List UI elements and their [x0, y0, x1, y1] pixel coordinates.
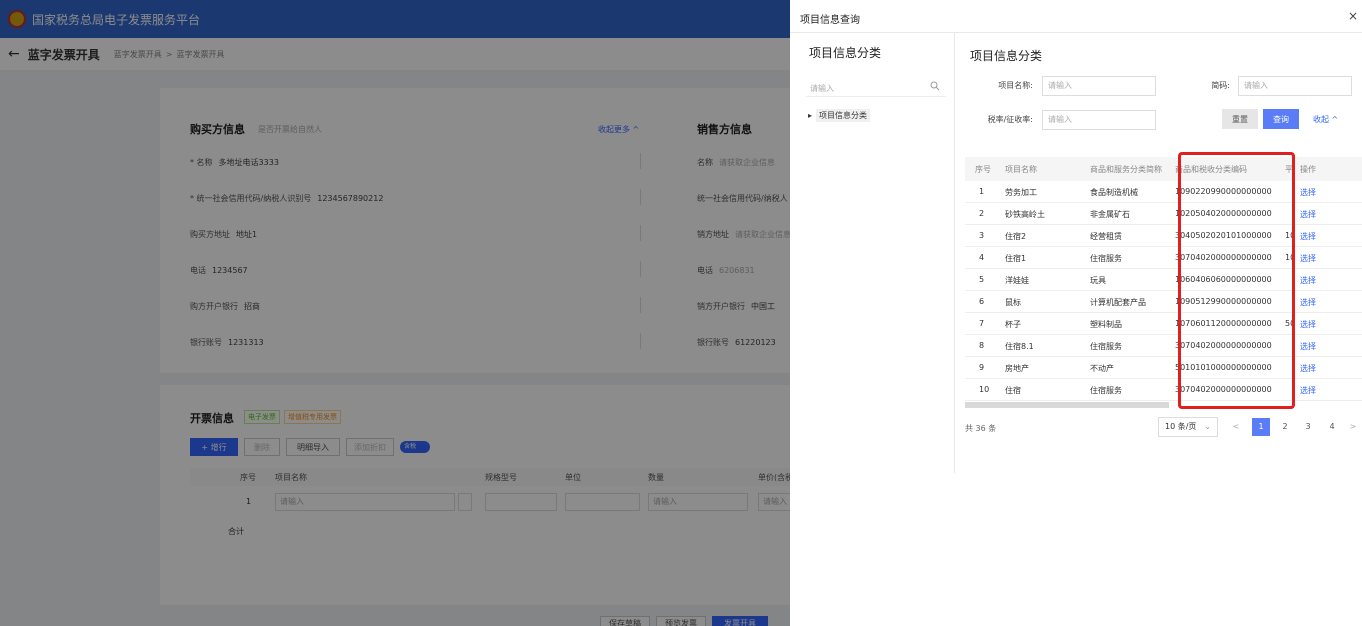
table-row: 5 洋娃娃 玩具 1060406060000000000 选择: [965, 269, 1362, 291]
modal-overlay[interactable]: [0, 0, 790, 626]
page-size-value: 10 条/页: [1165, 422, 1197, 431]
row-category-short: 经营租赁: [1090, 232, 1122, 241]
row-index: 5: [979, 275, 985, 284]
category-search-placeholder: 请输入: [810, 84, 834, 93]
row-category-short: 计算机配套产品: [1090, 298, 1146, 307]
row-index: 8: [979, 341, 985, 350]
tax-rate-input[interactable]: 请输入: [1042, 110, 1156, 130]
reset-button[interactable]: 重置: [1222, 109, 1258, 129]
row-item-name: 砂铁高岭土: [1005, 210, 1045, 219]
page-2-button[interactable]: 2: [1276, 418, 1294, 436]
row-item-name: 房地产: [1005, 364, 1029, 373]
col-item-name: 项目名称: [1005, 165, 1037, 174]
table-row: 7 杯子 塑料制品 1070601120000000000 50 选择: [965, 313, 1362, 335]
category-panel: 项目信息分类 请输入 ▸ 项目信息分类: [790, 33, 955, 473]
total-count: 共 36 条: [965, 424, 997, 433]
col-action: 操作: [1300, 165, 1316, 174]
table-row: 4 住宿1 住宿服务 3070402000000000000 10 选择: [965, 247, 1362, 269]
table-row: 2 砂铁高岭土 非金属矿石 1020504020000000000 选择: [965, 203, 1362, 225]
category-panel-title: 项目信息分类: [809, 46, 882, 60]
row-item-name: 住宿8.1: [1005, 342, 1034, 351]
chevron-down-icon: ⌄: [1204, 422, 1211, 431]
short-code-input[interactable]: 请输入: [1238, 76, 1352, 96]
item-name-label: 项目名称:: [998, 81, 1033, 90]
select-link[interactable]: 选择: [1300, 363, 1316, 374]
row-item-name: 劳务加工: [1005, 188, 1037, 197]
table-row: 9 房地产 不动产 5010101000000000000 选择: [965, 357, 1362, 379]
row-index: 9: [979, 363, 985, 372]
table-row: 1 劳务加工 食品制造机械 1090220990000000000 选择: [965, 181, 1362, 203]
row-item-name: 住宿2: [1005, 232, 1027, 241]
select-link[interactable]: 选择: [1300, 253, 1316, 264]
row-category-short: 不动产: [1090, 364, 1114, 373]
page-1-button[interactable]: 1: [1252, 418, 1270, 436]
select-link[interactable]: 选择: [1300, 187, 1316, 198]
row-category-short: 塑料制品: [1090, 320, 1122, 329]
select-link[interactable]: 选择: [1300, 231, 1316, 242]
row-category-short: 玩具: [1090, 276, 1106, 285]
collapse-link[interactable]: 收起 ^: [1313, 114, 1338, 125]
page-4-button[interactable]: 4: [1323, 418, 1341, 436]
select-link[interactable]: 选择: [1300, 209, 1316, 220]
search-icon[interactable]: [930, 81, 940, 91]
table-row: 8 住宿8.1 住宿服务 3070402000000000000 选择: [965, 335, 1362, 357]
category-search-input[interactable]: 请输入: [806, 77, 946, 97]
table-row: 6 鼠标 计算机配套产品 1090512990000000000 选择: [965, 291, 1362, 313]
row-index: 4: [979, 253, 985, 262]
row-index: 1: [979, 187, 985, 196]
drawer-header: 项目信息查询 ×: [790, 0, 1362, 33]
select-link[interactable]: 选择: [1300, 275, 1316, 286]
row-index: 3: [979, 231, 985, 240]
row-item-name: 洋娃娃: [1005, 276, 1029, 285]
short-code-label: 简码:: [1211, 81, 1230, 90]
row-category-short: 住宿服务: [1090, 254, 1122, 263]
table-horizontal-scrollbar[interactable]: [965, 402, 1169, 408]
select-link[interactable]: 选择: [1300, 297, 1316, 308]
table-row: 3 住宿2 经营租赁 3040502020101000000 10 选择: [965, 225, 1362, 247]
select-link[interactable]: 选择: [1300, 341, 1316, 352]
table-row: 10 住宿 住宿服务 3070402000000000000 选择: [965, 379, 1362, 401]
row-index: 7: [979, 319, 985, 328]
col-index: 序号: [975, 165, 991, 174]
prev-page-button[interactable]: <: [1227, 418, 1245, 436]
tax-rate-label: 税率/征收率:: [987, 115, 1033, 124]
row-index: 10: [979, 385, 990, 394]
caret-right-icon[interactable]: ▸: [808, 111, 812, 120]
col-category-short: 商品和服务分类简称: [1090, 165, 1162, 174]
result-panel-title: 项目信息分类: [970, 49, 1043, 63]
row-index: 6: [979, 297, 985, 306]
tree-item-root[interactable]: ▸ 项目信息分类: [808, 109, 871, 122]
close-icon[interactable]: ×: [1348, 9, 1358, 23]
row-index: 2: [979, 209, 985, 218]
tax-code-column-highlight: [1178, 152, 1295, 409]
page-3-button[interactable]: 3: [1299, 418, 1317, 436]
row-item-name: 鼠标: [1005, 298, 1021, 307]
select-link[interactable]: 选择: [1300, 319, 1316, 330]
row-item-name: 杯子: [1005, 320, 1021, 329]
row-category-short: 非金属矿石: [1090, 210, 1130, 219]
drawer-title: 项目信息查询: [800, 15, 860, 26]
item-table-header: 序号 项目名称 商品和服务分类简称 商品和税收分类编码 平台 操作: [965, 157, 1362, 181]
row-item-name: 住宿1: [1005, 254, 1027, 263]
row-category-short: 住宿服务: [1090, 342, 1122, 351]
select-link[interactable]: 选择: [1300, 385, 1316, 396]
next-page-button[interactable]: >: [1346, 418, 1360, 436]
row-item-name: 住宿: [1005, 386, 1021, 395]
row-category-short: 住宿服务: [1090, 386, 1122, 395]
item-name-search-input[interactable]: 请输入: [1042, 76, 1156, 96]
page-size-select[interactable]: 10 条/页 ⌄: [1158, 417, 1218, 437]
row-category-short: 食品制造机械: [1090, 188, 1138, 197]
tree-item-label[interactable]: 项目信息分类: [816, 109, 871, 122]
query-button[interactable]: 查询: [1263, 109, 1299, 129]
